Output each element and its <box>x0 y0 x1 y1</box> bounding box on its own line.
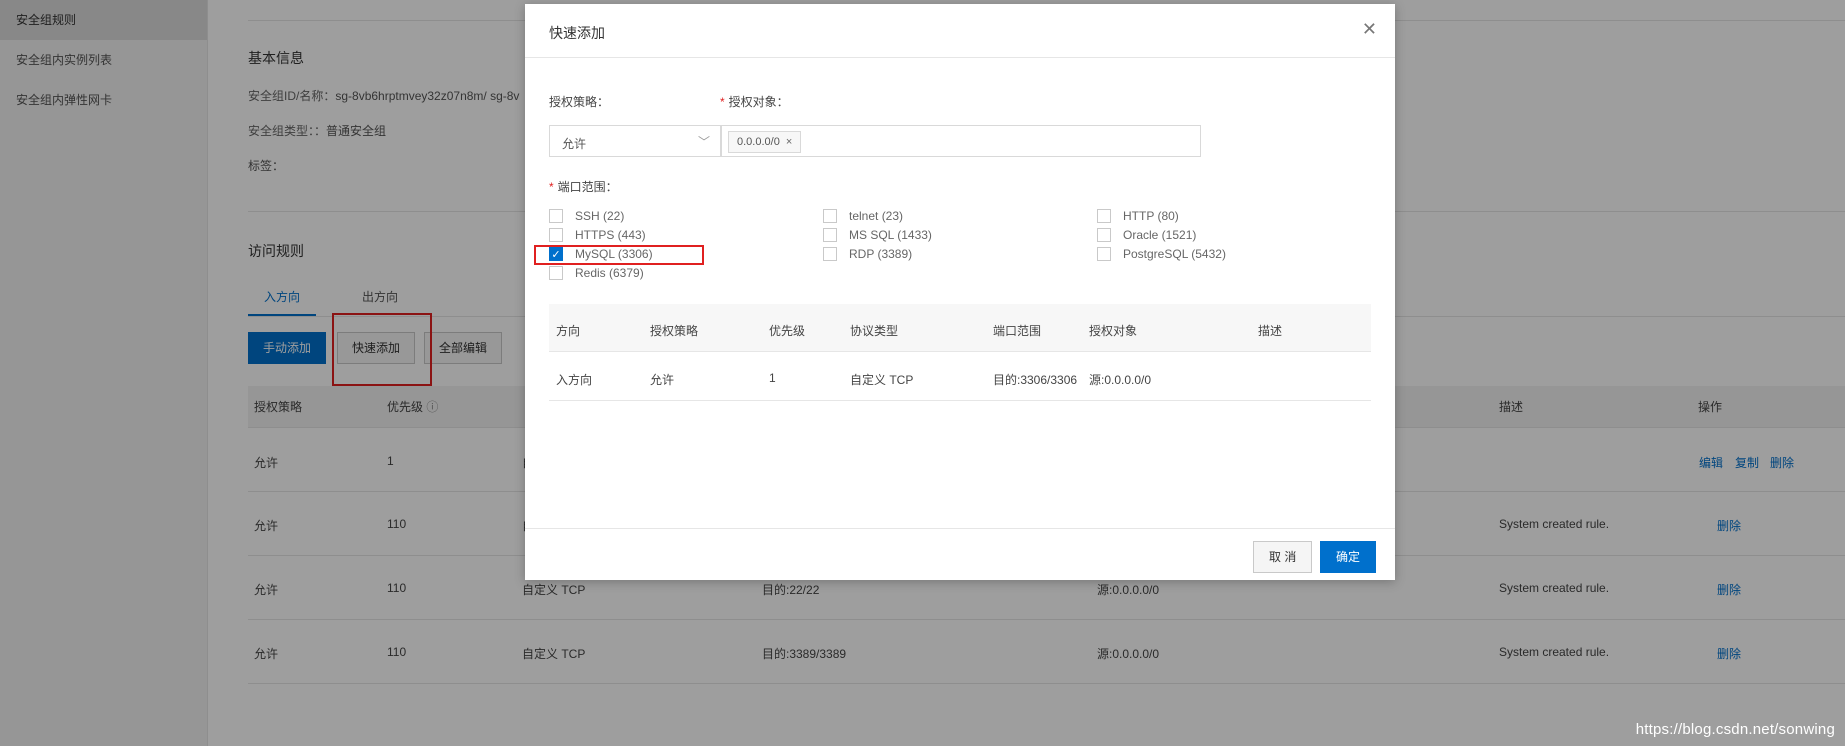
checkbox[interactable] <box>1097 228 1111 242</box>
port-label: 端口范围： <box>557 180 618 194</box>
checkbox[interactable] <box>1097 247 1111 261</box>
port-checkbox-rdp[interactable]: RDP (3389) <box>823 247 912 261</box>
target-tag-label: 0.0.0.0/0 <box>737 136 780 148</box>
preview-col-target: 授权对象 <box>1089 324 1138 338</box>
confirm-button[interactable]: 确定 <box>1320 541 1377 573</box>
close-icon[interactable]: ✕ <box>1362 19 1377 40</box>
dialog-title: 快速添加 <box>549 25 605 41</box>
row-divider <box>549 400 1371 401</box>
policy-select[interactable]: 允许 ﹀ <box>549 125 721 157</box>
port-checkbox-ssh[interactable]: SSH (22) <box>549 209 624 223</box>
checkbox[interactable] <box>823 228 837 242</box>
target-tag: 0.0.0.0/0 × <box>728 131 802 153</box>
preview-col-priority: 优先级 <box>769 324 806 338</box>
port-checkbox-oracle[interactable]: Oracle (1521) <box>1097 228 1196 242</box>
preview-row-target: 源:0.0.0.0/0 <box>1089 373 1152 387</box>
preview-col-protocol: 协议类型 <box>850 324 899 338</box>
required-mark: * <box>549 180 554 194</box>
checkbox[interactable] <box>549 266 563 280</box>
port-checkbox-mssql[interactable]: MS SQL (1433) <box>823 228 932 242</box>
port-checkbox-label: PostgreSQL (5432) <box>1123 247 1226 261</box>
watermark: https://blog.csdn.net/sonwing <box>1635 721 1835 738</box>
dialog-footer <box>525 528 1395 529</box>
port-checkbox-label: Oracle (1521) <box>1123 228 1197 242</box>
preview-col-desc: 描述 <box>1258 324 1283 338</box>
port-checkbox-label: MS SQL (1433) <box>849 228 932 242</box>
checkbox[interactable] <box>549 209 563 223</box>
port-checkbox-label: Redis (6379) <box>575 266 644 280</box>
preview-row-priority: 1 <box>769 371 776 385</box>
preview-col-policy: 授权策略 <box>650 324 699 338</box>
preview-row-protocol: 自定义 TCP <box>850 373 914 387</box>
port-checkbox-label: HTTPS (443) <box>575 228 646 242</box>
target-input[interactable]: 0.0.0.0/0 × <box>721 125 1201 157</box>
quick-add-dialog: 快速添加 ✕ 授权策略： * 授权对象： 允许 ﹀ 0.0.0.0/0 × * 端口范… <box>525 4 1395 580</box>
tag-remove-icon[interactable]: × <box>786 136 792 148</box>
port-checkbox-http[interactable]: HTTP (80) <box>1097 209 1179 223</box>
port-checkbox-label: SSH (22) <box>575 209 625 223</box>
chevron-down-icon: ﹀ <box>697 135 710 149</box>
port-checkbox-https[interactable]: HTTPS (443) <box>549 228 646 242</box>
port-checkbox-telnet[interactable]: telnet (23) <box>823 209 903 223</box>
target-label: 授权对象： <box>728 95 789 109</box>
checkbox[interactable] <box>549 228 563 242</box>
cancel-button[interactable]: 取 消 <box>1253 541 1313 573</box>
checkbox[interactable] <box>1097 209 1111 223</box>
mysql-highlight <box>534 245 704 265</box>
port-checkbox-postgresql[interactable]: PostgreSQL (5432) <box>1097 247 1226 261</box>
checkbox[interactable] <box>823 209 837 223</box>
port-checkbox-label: telnet (23) <box>849 209 904 223</box>
preview-row-policy: 允许 <box>650 373 675 387</box>
port-checkbox-redis[interactable]: Redis (6379) <box>549 266 644 280</box>
policy-label: 授权策略： <box>549 95 610 109</box>
preview-row-port: 目的:3306/3306 <box>993 373 1078 387</box>
checkbox[interactable] <box>823 247 837 261</box>
port-checkbox-label: HTTP (80) <box>1123 209 1179 223</box>
port-label-wrap: * 端口范围： <box>549 178 618 195</box>
preview-row-direction: 入方向 <box>556 373 593 387</box>
policy-select-value: 允许 <box>562 137 587 151</box>
preview-col-direction: 方向 <box>556 324 581 338</box>
dialog-header: 快速添加 ✕ <box>525 4 1395 58</box>
target-label-wrap: * 授权对象： <box>720 93 789 110</box>
port-checkbox-label: RDP (3389) <box>849 247 913 261</box>
preview-col-port: 端口范围 <box>993 324 1042 338</box>
required-mark: * <box>720 95 725 109</box>
